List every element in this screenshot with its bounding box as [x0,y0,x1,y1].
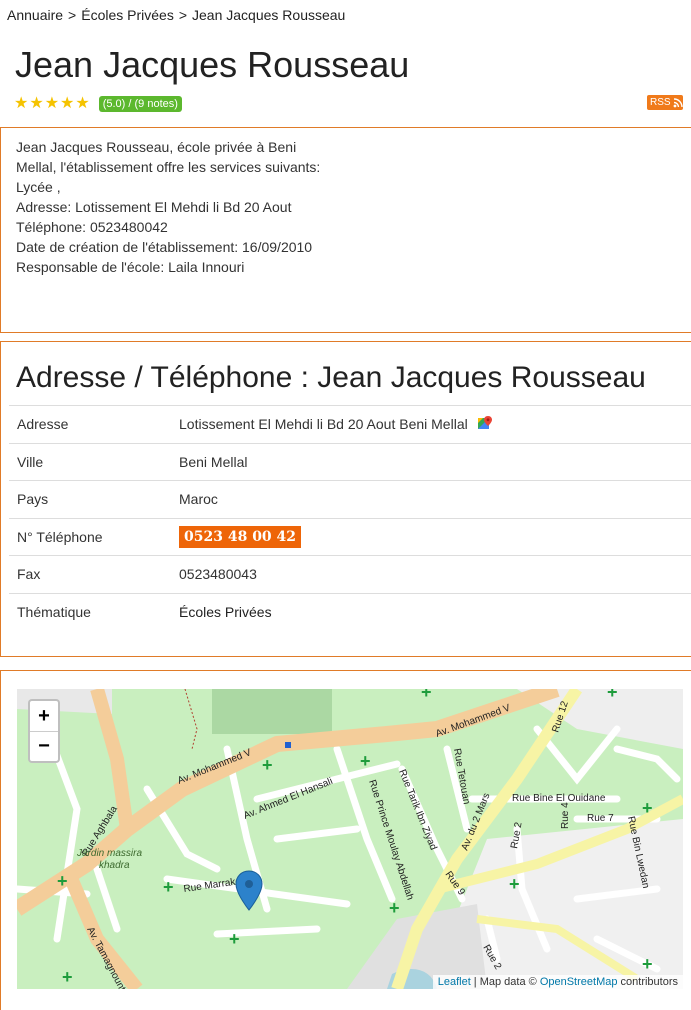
table-row: N° Téléphone 0523 48 00 42 [9,517,691,556]
map-attribution: Leaflet | Map data © OpenStreetMap contr… [432,975,683,989]
row-value: Écoles Privées [179,592,691,631]
row-value: 0523 48 00 42 [179,517,691,556]
rating-badge: (5.0) / (9 notes) [98,96,182,112]
star-icon[interactable]: ★ [45,96,59,112]
rss-button[interactable]: RSS [647,95,683,110]
description-line: Responsable de l'école: Laila Innouri [16,259,245,275]
page-title: Jean Jacques Rousseau [15,44,410,85]
star-icon[interactable]: ★ [29,96,43,112]
row-label: Ville [9,442,179,481]
row-label: Pays [9,480,179,518]
star-icon[interactable]: ★ [75,96,89,112]
table-row: Fax 0523480043 [9,555,691,593]
thematique-link[interactable]: Écoles Privées [179,604,272,620]
address-value: Lotissement El Mehdi li Bd 20 Aout Beni … [179,416,468,433]
svg-text:+: + [389,898,400,918]
star-icon[interactable]: ★ [60,96,74,112]
breadcrumb-current: Jean Jacques Rousseau [192,7,346,23]
breadcrumb-separator: > [68,7,77,23]
rss-label: RSS [650,97,671,108]
description-line: Téléphone: 0523480042 [16,219,168,235]
description-panel: Jean Jacques Rousseau, école privée à Be… [0,127,691,333]
map-label: Jardin massira [76,848,142,859]
map-label: Rue 4 [560,802,571,829]
description-line: Date de création de l'établissement: 16/… [16,239,313,255]
table-row: Ville Beni Mellal [9,442,691,481]
description-line: Adresse: Lotissement El Mehdi li Bd 20 A… [16,199,292,215]
svg-text:+: + [57,871,68,891]
openstreetmap-link[interactable]: OpenStreetMap [540,976,618,988]
svg-text:+: + [229,929,240,949]
row-value: 0523480043 [179,555,691,593]
description-line: Jean Jacques Rousseau, école privée à Be… [16,139,297,155]
map-panel: + + + + + + + + + + + + Av. Mohammed V A… [0,670,691,1010]
map[interactable]: + + + + + + + + + + + + Av. Mohammed V A… [17,689,683,989]
contact-table: Adresse Lotissement El Mehdi li Bd 20 Ao… [9,405,691,631]
rating: ★ ★ ★ ★ ★ (5.0) / (9 notes) [14,96,182,112]
zoom-in-button[interactable]: + [30,701,58,731]
row-value: Beni Mellal [179,442,691,481]
breadcrumb-category-link[interactable]: Écoles Privées [81,7,174,23]
svg-text:+: + [421,689,432,702]
row-label: N° Téléphone [9,517,179,556]
svg-text:+: + [607,689,618,702]
breadcrumb-home-link[interactable]: Annuaire [7,7,63,23]
zoom-control: + − [28,699,60,763]
rss-icon [673,97,683,107]
phone-number[interactable]: 0523 48 00 42 [179,525,302,548]
table-row: Pays Maroc [9,480,691,518]
contact-panel: Adresse / Téléphone : Jean Jacques Rouss… [0,341,691,657]
svg-text:+: + [262,755,273,775]
map-label: Rue Bine El Ouidane [512,793,606,804]
map-label: khadra [99,860,130,871]
svg-text:+: + [509,874,520,894]
row-value: Lotissement El Mehdi li Bd 20 Aout Beni … [179,405,691,443]
contact-heading: Adresse / Téléphone : Jean Jacques Rouss… [16,361,646,394]
breadcrumb: Annuaire > Écoles Privées > Jean Jacques Rou… [7,7,345,23]
svg-text:+: + [642,954,653,974]
leaflet-link[interactable]: Leaflet [438,976,471,988]
breadcrumb-separator: > [178,7,188,23]
table-row: Thématique Écoles Privées [9,592,691,631]
description-line: Mellal, l'établissement offre les servic… [16,159,321,175]
svg-text:+: + [360,751,371,771]
row-label: Fax [9,555,179,593]
svg-text:+: + [163,877,174,897]
svg-text:+: + [62,967,73,987]
row-label: Adresse [9,405,179,443]
table-row: Adresse Lotissement El Mehdi li Bd 20 Ao… [9,405,691,443]
attribution-suffix: contributors [617,976,678,988]
map-label: Rue 7 [587,813,614,824]
zoom-out-button[interactable]: − [30,731,58,761]
row-label: Thématique [9,592,179,631]
row-value: Maroc [179,480,691,518]
star-icon[interactable]: ★ [14,96,28,112]
attribution-text: | Map data © [470,976,540,988]
description-line: Lycée , [16,179,61,195]
park-area [212,689,332,734]
svg-text:+: + [642,798,653,818]
map-tiles: + + + + + + + + + + + + Av. Mohammed V A… [17,689,683,989]
google-maps-icon[interactable] [477,416,493,431]
